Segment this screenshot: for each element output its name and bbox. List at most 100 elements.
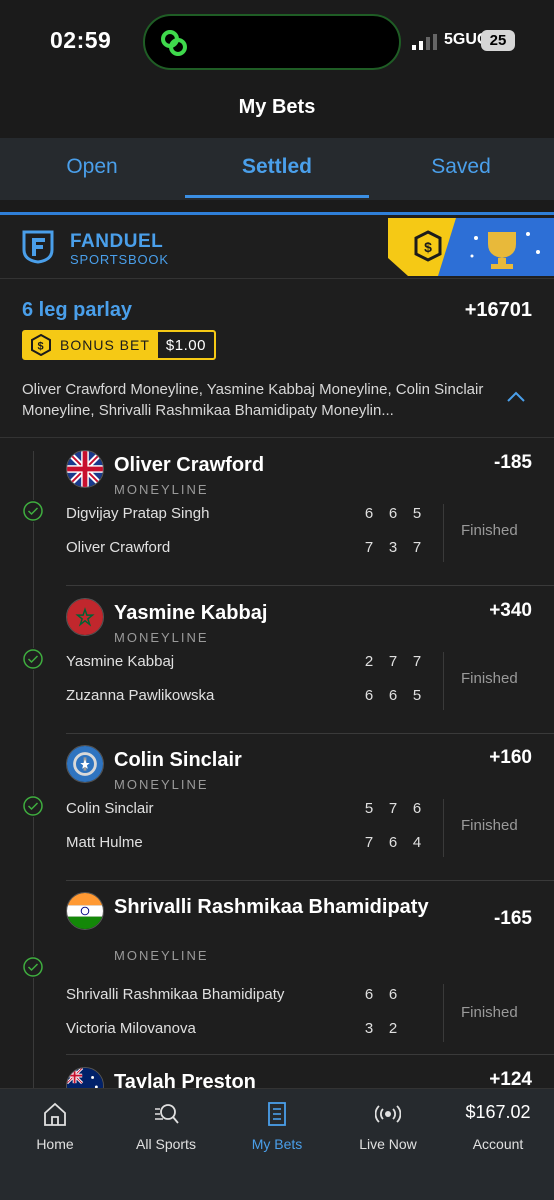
leg-status: Finished <box>461 1004 518 1021</box>
chevron-up-icon[interactable] <box>506 391 526 403</box>
nav-live-now[interactable]: Live Now <box>333 1089 443 1169</box>
nav-label: My Bets <box>251 1136 303 1152</box>
leg-market-type: MONEYLINE <box>114 630 209 645</box>
india-flag-icon <box>66 892 104 930</box>
dynamic-island <box>143 14 401 70</box>
legs-summary: Oliver Crawford Moneyline, Yasmine Kabba… <box>22 381 484 419</box>
status-bar: 02:59 5GUC 25 <box>0 0 554 84</box>
set-score: 2 <box>364 653 374 670</box>
check-circle-icon <box>22 648 44 670</box>
leg-selection-name: Shrivalli Rashmikaa Bhamidipaty <box>114 896 429 918</box>
leg-selection-name: Yasmine Kabbaj <box>114 602 268 624</box>
fanduel-logo-icon <box>22 230 54 264</box>
set-score: 6 <box>364 687 374 704</box>
set-score: 6 <box>388 505 398 522</box>
leg-selection-name: Colin Sinclair <box>114 749 242 771</box>
nav-home[interactable]: Home <box>0 1089 110 1169</box>
set-score: 5 <box>412 687 422 704</box>
set-score: 7 <box>388 800 398 817</box>
svg-text:$: $ <box>37 341 44 353</box>
status-time: 02:59 <box>50 27 112 53</box>
set-score: 3 <box>388 539 398 556</box>
leg-colin-sinclair[interactable]: Colin Sinclair MONEYLINE +160 Colin Sinc… <box>0 733 554 881</box>
svg-text:$: $ <box>424 239 432 255</box>
nav-label: All Sports <box>136 1136 196 1152</box>
tab-saved[interactable]: Saved <box>369 138 553 200</box>
player-name: Yasmine Kabbaj <box>66 653 175 670</box>
leg-odds: +160 <box>489 747 532 768</box>
northern-mariana-flag-icon <box>66 745 104 783</box>
leg-market-type: MONEYLINE <box>114 777 209 792</box>
leg-status: Finished <box>461 670 518 687</box>
nav-label: Home <box>36 1136 74 1152</box>
nav-account[interactable]: $167.02 Account <box>443 1089 553 1169</box>
set-score: 5 <box>364 800 374 817</box>
leg-odds: -185 <box>493 452 532 473</box>
leg-status: Finished <box>461 817 518 834</box>
set-score: 3 <box>364 1020 374 1037</box>
player-name: Digvijay Pratap Singh <box>66 505 210 522</box>
set-score: 4 <box>412 834 422 851</box>
set-score: 7 <box>412 653 422 670</box>
nav-all-sports[interactable]: All Sports <box>111 1089 221 1169</box>
bonus-label: BONUS BET <box>60 337 150 353</box>
battery-indicator: 25 <box>481 30 515 51</box>
leg-yasmine-kabbaj[interactable]: Yasmine Kabbaj MONEYLINE +340 Yasmine Ka… <box>0 586 554 734</box>
set-score: 7 <box>388 653 398 670</box>
brand-sub: SPORTSBOOK <box>70 252 169 267</box>
bet-card: FANDUEL SPORTSBOOK $ 6 leg parlay +16701 <box>0 212 554 1101</box>
leg-odds: -165 <box>493 908 532 929</box>
player-name: Shrivalli Rashmikaa Bhamidipaty <box>66 986 285 1003</box>
uk-flag-icon <box>66 450 104 488</box>
leg-odds: +340 <box>489 600 532 621</box>
bet-odds: +16701 <box>464 299 532 321</box>
divider <box>443 984 444 1042</box>
set-score: 7 <box>364 539 374 556</box>
tab-open[interactable]: Open <box>0 138 184 200</box>
set-score: 5 <box>412 505 422 522</box>
bonus-bet-badge: $ BONUS BET $1.00 <box>22 330 216 360</box>
search-sports-icon <box>155 1104 179 1124</box>
account-balance: $167.02 <box>465 1102 531 1122</box>
morocco-flag-icon <box>66 598 104 636</box>
leg-shrivalli-bhamidipaty[interactable]: Shrivalli Rashmikaa Bhamidipaty MONEYLIN… <box>0 880 554 1055</box>
page-title: My Bets <box>238 96 316 118</box>
leg-market-type: MONEYLINE <box>114 482 209 497</box>
set-score: 6 <box>364 505 374 522</box>
set-score: 6 <box>388 834 398 851</box>
bonus-coin-icon: $ <box>31 334 51 356</box>
leg-market-type: MONEYLINE <box>114 948 209 963</box>
sportsbook-header: FANDUEL SPORTSBOOK $ <box>0 215 554 279</box>
player-name: Victoria Milovanova <box>66 1020 196 1037</box>
brand-name: FANDUEL <box>70 231 164 252</box>
nav-label: Live Now <box>359 1136 417 1152</box>
divider <box>443 504 444 562</box>
rewards-promo-banner[interactable]: $ <box>388 218 554 276</box>
divider <box>443 799 444 857</box>
live-broadcast-icon <box>375 1105 401 1123</box>
bet-title: 6 leg parlay <box>22 299 133 321</box>
player-name: Matt Hulme <box>66 834 143 851</box>
set-score: 2 <box>388 1020 398 1037</box>
home-icon <box>44 1102 66 1126</box>
leg-selection-name: Oliver Crawford <box>114 454 265 476</box>
set-score: 6 <box>388 986 398 1003</box>
check-circle-icon <box>22 500 44 522</box>
bet-tabs: Open Settled Saved <box>0 138 554 200</box>
player-name: Colin Sinclair <box>66 800 154 817</box>
tab-settled[interactable]: Settled <box>185 138 369 200</box>
player-name: Oliver Crawford <box>66 539 171 556</box>
nav-my-bets[interactable]: My Bets <box>222 1089 332 1169</box>
set-score: 7 <box>412 539 422 556</box>
divider <box>443 652 444 710</box>
set-score: 7 <box>364 834 374 851</box>
set-score: 6 <box>364 986 374 1003</box>
leg-status: Finished <box>461 522 518 539</box>
signal-icon <box>412 34 437 50</box>
bottom-nav: Home All Sports My Bets Live Now $167.02… <box>0 1088 554 1200</box>
check-circle-icon <box>22 956 44 978</box>
leg-oliver-crawford[interactable]: Oliver Crawford MONEYLINE -185 Digvijay … <box>0 438 554 586</box>
set-score: 6 <box>412 800 422 817</box>
nav-label: Account <box>472 1136 524 1152</box>
set-score: 6 <box>388 687 398 704</box>
